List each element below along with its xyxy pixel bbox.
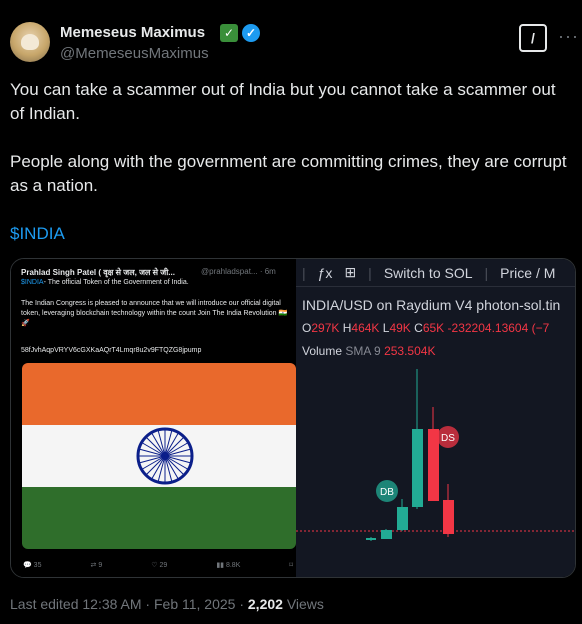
embed-author-name: Prahlad Singh Patel ( वृक्ष से जल, जल से… <box>21 268 175 277</box>
edited-timestamp[interactable]: Last edited 12:38 AM · Feb 11, 2025 · <box>10 596 248 612</box>
price-chart-screenshot: | ƒx ⊞ | Switch to SOL | Price / M INDIA… <box>296 259 575 577</box>
tweet-header: Memeseus Maximus ✓ ✓ @MemeseusMaximus / … <box>10 22 578 66</box>
candlestick-area: DB DS <box>296 369 575 541</box>
price-toggle: Price / M <box>500 264 556 281</box>
tweet-meta: Last edited 12:38 AM · Feb 11, 2025 · 2,… <box>10 596 324 612</box>
verified-badge-icon: ✓ <box>242 24 260 42</box>
grok-icon[interactable]: / <box>519 24 547 52</box>
views-label: Views <box>282 596 324 612</box>
switch-to-sol: Switch to SOL <box>383 264 473 281</box>
media-image[interactable]: Prahlad Singh Patel ( वृक्ष से जल, जल से… <box>10 258 576 578</box>
templates-icon: ⊞ <box>344 264 357 280</box>
volume-readout: Volume SMA 9 253.504K <box>302 344 436 358</box>
embed-subtitle-text: - The official Token of the Government o… <box>43 279 189 286</box>
sell-marker-label: DS <box>441 433 455 444</box>
reply-count: 💬 35 <box>23 562 42 569</box>
embedded-tweet-screenshot: Prahlad Singh Patel ( वृक्ष से जल, जल से… <box>11 259 296 577</box>
view-count: ▮▮ 8.8K <box>216 562 241 569</box>
chart-pair-title: INDIA/USD on Raydium V4 photon-sol.tin <box>302 297 561 313</box>
bookmark-icon: ⌑ <box>289 562 293 569</box>
candle <box>381 530 392 539</box>
like-count: ♡ 29 <box>151 562 168 569</box>
indicators-icon: ƒx <box>317 264 333 281</box>
tweet-paragraph-1: You can take a scammer out of India but … <box>10 80 556 123</box>
emoji-badge-icon: ✓ <box>220 24 238 42</box>
embed-actions: 💬 35 ⇄ 9 ♡ 29 ▮▮ 8.8K ⌑ <box>23 561 293 569</box>
candle <box>397 507 408 530</box>
ohlc-readout: O297K H464K L49K C65K -232204.13604 (−7 <box>302 321 550 335</box>
embed-subtitle: $INDIA- The official Token of the Govern… <box>21 279 189 286</box>
chart-toolbar: | ƒx ⊞ | Switch to SOL | Price / M <box>296 259 575 287</box>
tweet-text: You can take a scammer out of India but … <box>10 78 570 270</box>
candle <box>366 538 376 540</box>
embed-contract-address: 58fJvhAqpVRYV6cGXKaAQrT4Lmqr8u2v9FTQZG8j… <box>21 347 202 354</box>
avatar[interactable] <box>10 22 50 62</box>
india-flag-image <box>22 363 296 549</box>
candle <box>412 429 423 507</box>
buy-marker-label: DB <box>380 487 394 498</box>
ashoka-chakra-icon <box>136 427 194 485</box>
more-options-icon[interactable]: ··· <box>558 26 579 47</box>
embed-body: The Indian Congress is pleased to announ… <box>21 300 288 327</box>
tweet-paragraph-2: People along with the government are com… <box>10 152 567 195</box>
embed-cashtag: $INDIA <box>21 279 44 286</box>
views-count: 2,202 <box>247 596 283 612</box>
cashtag-link[interactable]: $INDIA <box>10 222 570 246</box>
badges: ✓ ✓ <box>220 24 260 42</box>
candle <box>428 429 439 501</box>
embed-author-handle: @prahladspat... · 6m <box>201 267 276 276</box>
author-handle[interactable]: @MemeseusMaximus <box>60 45 209 62</box>
author-name[interactable]: Memeseus Maximus <box>60 24 205 41</box>
candle <box>443 500 454 534</box>
repost-count: ⇄ 9 <box>90 562 103 569</box>
